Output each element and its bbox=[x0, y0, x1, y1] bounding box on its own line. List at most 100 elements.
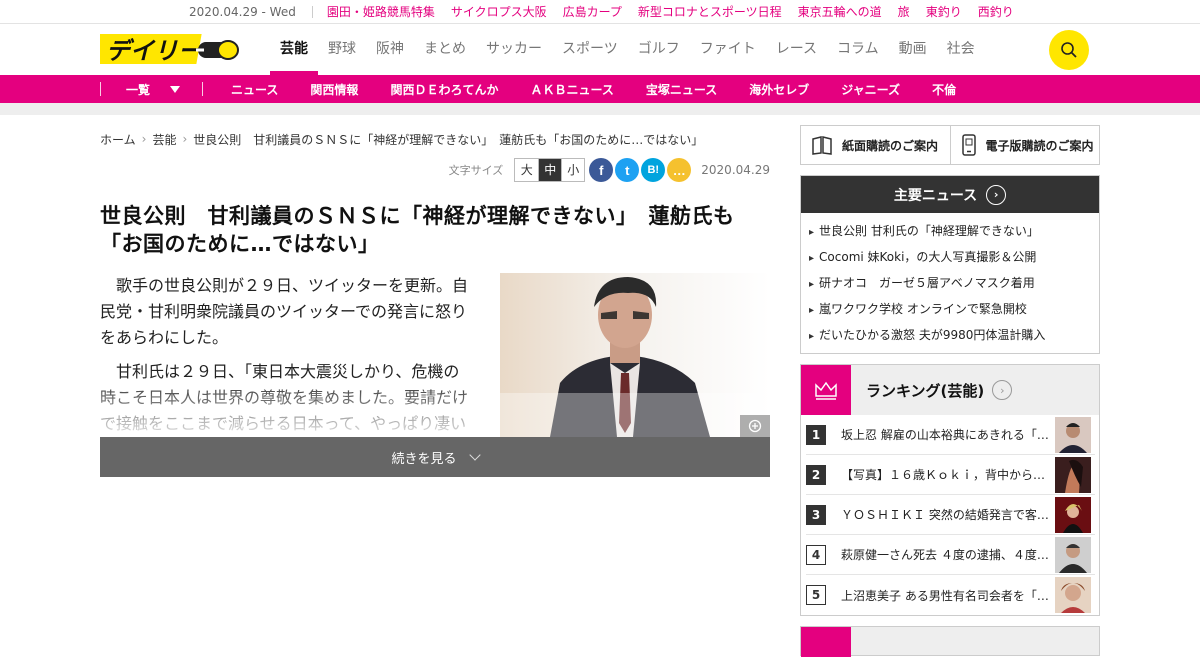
zoom-icon bbox=[748, 419, 762, 433]
rank-thumbnail-icon bbox=[1055, 416, 1091, 453]
sub-nav-item[interactable]: 不倫 bbox=[916, 81, 972, 98]
breadcrumb: ホーム › 芸能 › 世良公則 甘利議員のＳＮＳに「神経が理解できない」 蓮舫氏… bbox=[100, 125, 770, 153]
top-link[interactable]: 東釣り bbox=[926, 3, 962, 20]
font-size-small-button[interactable]: 小 bbox=[561, 159, 584, 181]
top-link[interactable]: 西釣り bbox=[978, 3, 1014, 20]
sub-nav-item[interactable]: ＡＫＢニュース bbox=[514, 81, 629, 98]
rank-thumbnail-icon bbox=[1055, 496, 1091, 533]
major-news-item[interactable]: 嵐ワクワク学校 オンラインで緊急開校 bbox=[809, 297, 1089, 323]
top-link[interactable]: 園田・姫路競馬特集 bbox=[327, 3, 435, 20]
chevron-right-icon: › bbox=[182, 132, 188, 146]
article-paragraph: 歌手の世良公則が２９日、ツイッターを更新。自民党・甘利明衆院議員のツイッターでの… bbox=[100, 276, 469, 347]
sub-nav-item[interactable]: 宝塚ニュース bbox=[630, 81, 733, 98]
nav-item-sports[interactable]: スポーツ bbox=[552, 24, 628, 75]
rank-number: 3 bbox=[806, 504, 826, 525]
major-news-item[interactable]: 世良公則 甘利氏の「神経理解できない」 bbox=[809, 219, 1089, 245]
person-photo-icon bbox=[500, 273, 770, 437]
nav-item-video[interactable]: 動画 bbox=[889, 24, 937, 75]
major-news-item[interactable]: だいたひかる激怒 夫が9980円体温計購入 bbox=[809, 323, 1089, 349]
crown-icon bbox=[801, 365, 851, 415]
ranking-item[interactable]: 3 ＹＯＳＨＩＫＩ 突然の結婚発言で客… bbox=[806, 495, 1095, 535]
hatena-bookmark-icon[interactable]: B! bbox=[641, 158, 666, 182]
digital-subscription-button[interactable]: 電子版購読のご案内 bbox=[950, 125, 1100, 165]
ranking-header[interactable]: ランキング(芸能) › bbox=[801, 365, 1099, 415]
book-icon bbox=[812, 136, 832, 155]
font-size-switcher: 大 中 小 bbox=[514, 158, 586, 182]
site-logo[interactable]: デイリー bbox=[94, 32, 240, 68]
digital-subscription-label: 電子版購読のご案内 bbox=[985, 138, 1094, 153]
divider bbox=[202, 82, 204, 96]
smartphone-icon bbox=[961, 134, 976, 156]
major-news-box: 主要ニュース › 世良公則 甘利氏の「神経理解できない」 Cocomi 妹Kok… bbox=[800, 175, 1100, 354]
read-more-label: 続きを見る bbox=[391, 451, 457, 467]
rank-thumbnail-icon bbox=[1055, 456, 1091, 493]
nav-item-column[interactable]: コラム bbox=[827, 24, 889, 75]
article-photo[interactable] bbox=[500, 273, 770, 437]
font-size-medium-button[interactable]: 中 bbox=[538, 159, 562, 181]
ranking-item[interactable]: 4 萩原健一さん死去 ４度の逮捕、４度… bbox=[806, 535, 1095, 575]
read-more-button[interactable]: 続きを見る bbox=[100, 437, 770, 477]
article-column: ホーム › 芸能 › 世良公則 甘利議員のＳＮＳに「神経が理解できない」 蓮舫氏… bbox=[100, 125, 770, 477]
nav-item-fight[interactable]: ファイト bbox=[690, 24, 766, 75]
sub-nav-item[interactable]: 関西情報 bbox=[294, 81, 374, 98]
rank-headline: 萩原健一さん死去 ４度の逮捕、４度… bbox=[841, 548, 1049, 562]
major-news-list: 世良公則 甘利氏の「神経理解できない」 Cocomi 妹Koki，の大人写真撮影… bbox=[801, 213, 1099, 353]
top-utility-bar: 2020.04.29 - Wed 園田・姫路競馬特集 サイクロプス大阪 広島カー… bbox=[0, 0, 1200, 24]
nav-item-baseball[interactable]: 野球 bbox=[318, 24, 366, 75]
nav-item-race[interactable]: レース bbox=[766, 24, 827, 75]
sidebar: 紙面購読のご案内 電子版購読のご案内 主要ニュース › 世良公則 甘利氏の「神経… bbox=[800, 125, 1100, 657]
ranking-item[interactable]: 2 【写真】１６歳Ｋｏｋｉ，背中から“… bbox=[806, 455, 1095, 495]
rank-thumbnail-icon bbox=[1055, 536, 1091, 573]
nav-item-society[interactable]: 社会 bbox=[937, 24, 985, 75]
search-button[interactable] bbox=[1049, 30, 1089, 70]
sub-nav-item[interactable]: ニュース bbox=[215, 81, 294, 98]
rank-number: 4 bbox=[806, 544, 826, 565]
rank-number: 1 bbox=[806, 424, 826, 445]
sub-nav-item[interactable]: ジャニーズ bbox=[825, 81, 916, 98]
top-link[interactable]: サイクロプス大阪 bbox=[451, 3, 547, 20]
comment-share-icon[interactable]: … bbox=[667, 158, 692, 182]
top-link[interactable]: 広島カープ bbox=[563, 3, 622, 20]
major-news-item[interactable]: Cocomi 妹Koki，の大人写真撮影＆公開 bbox=[809, 245, 1089, 271]
dropdown-triangle-icon bbox=[170, 85, 181, 93]
breadcrumb-category[interactable]: 芸能 bbox=[152, 131, 176, 148]
paper-subscription-button[interactable]: 紙面購読のご案内 bbox=[800, 125, 951, 165]
nav-item-hanshin[interactable]: 阪神 bbox=[366, 24, 414, 75]
twitter-share-icon[interactable]: t bbox=[615, 158, 640, 182]
sub-nav-item[interactable]: 海外セレブ bbox=[733, 81, 825, 98]
sub-nav-item[interactable]: 関西ＤＥわろてんか bbox=[374, 81, 514, 98]
breadcrumb-home[interactable]: ホーム bbox=[100, 131, 136, 148]
facebook-share-icon[interactable]: f bbox=[589, 158, 614, 182]
subscription-links: 紙面購読のご案内 電子版購読のご案内 bbox=[800, 125, 1100, 165]
rank-headline: 上沼恵美子 ある男性有名司会者を「… bbox=[841, 588, 1049, 603]
font-size-label: 文字サイズ bbox=[448, 164, 504, 177]
zoom-button[interactable] bbox=[740, 415, 770, 437]
search-icon bbox=[1061, 42, 1077, 58]
sub-nav: 一覧 ニュース 関西情報 関西ＤＥわろてんか ＡＫＢニュース 宝塚ニュース 海外… bbox=[0, 75, 1200, 103]
top-link[interactable]: 新型コロナとスポーツ日程 bbox=[638, 3, 782, 20]
major-news-title: 主要ニュース bbox=[893, 187, 978, 204]
category-list-toggle[interactable]: 一覧 bbox=[101, 81, 202, 98]
ranking-item[interactable]: 5 上沼恵美子 ある男性有名司会者を「… bbox=[806, 575, 1095, 615]
category-list-label: 一覧 bbox=[126, 82, 151, 97]
top-link[interactable]: 旅 bbox=[898, 3, 910, 20]
nav-item-matome[interactable]: まとめ bbox=[414, 24, 476, 75]
font-size-large-button[interactable]: 大 bbox=[515, 159, 538, 181]
nav-item-geinou[interactable]: 芸能 bbox=[270, 24, 318, 75]
ranking-item[interactable]: 1 坂上忍 解雇の山本裕典にあきれる「… bbox=[806, 415, 1095, 455]
publish-date: 2020.04.29 bbox=[701, 163, 770, 177]
major-news-item[interactable]: 研ナオコ ガーゼ５層アベノマスク着用 bbox=[809, 271, 1089, 297]
main-nav: 芸能 野球 阪神 まとめ サッカー スポーツ ゴルフ ファイト レース コラム … bbox=[270, 24, 985, 75]
article-body: 歌手の世良公則が２９日、ツイッターを更新。自民党・甘利明衆院議員のツイッターでの… bbox=[100, 273, 770, 437]
ranking-list: 1 坂上忍 解雇の山本裕典にあきれる「… 2 【写真】１６歳Ｋｏｋｉ，背中から“… bbox=[801, 415, 1099, 615]
daily-logo-icon: デイリー bbox=[94, 33, 239, 65]
ranking-box-2 bbox=[800, 626, 1100, 657]
nav-item-soccer[interactable]: サッカー bbox=[476, 24, 552, 75]
top-link[interactable]: 東京五輪への道 bbox=[798, 3, 882, 20]
divider bbox=[311, 5, 313, 18]
nav-item-golf[interactable]: ゴルフ bbox=[628, 24, 690, 75]
major-news-header[interactable]: 主要ニュース › bbox=[801, 176, 1099, 213]
ranking-box: ランキング(芸能) › 1 坂上忍 解雇の山本裕典にあきれる「… 2 【写真】１… bbox=[800, 364, 1100, 616]
ranking-title: ランキング(芸能) bbox=[866, 381, 985, 400]
current-date: 2020.04.29 - Wed bbox=[189, 4, 296, 19]
